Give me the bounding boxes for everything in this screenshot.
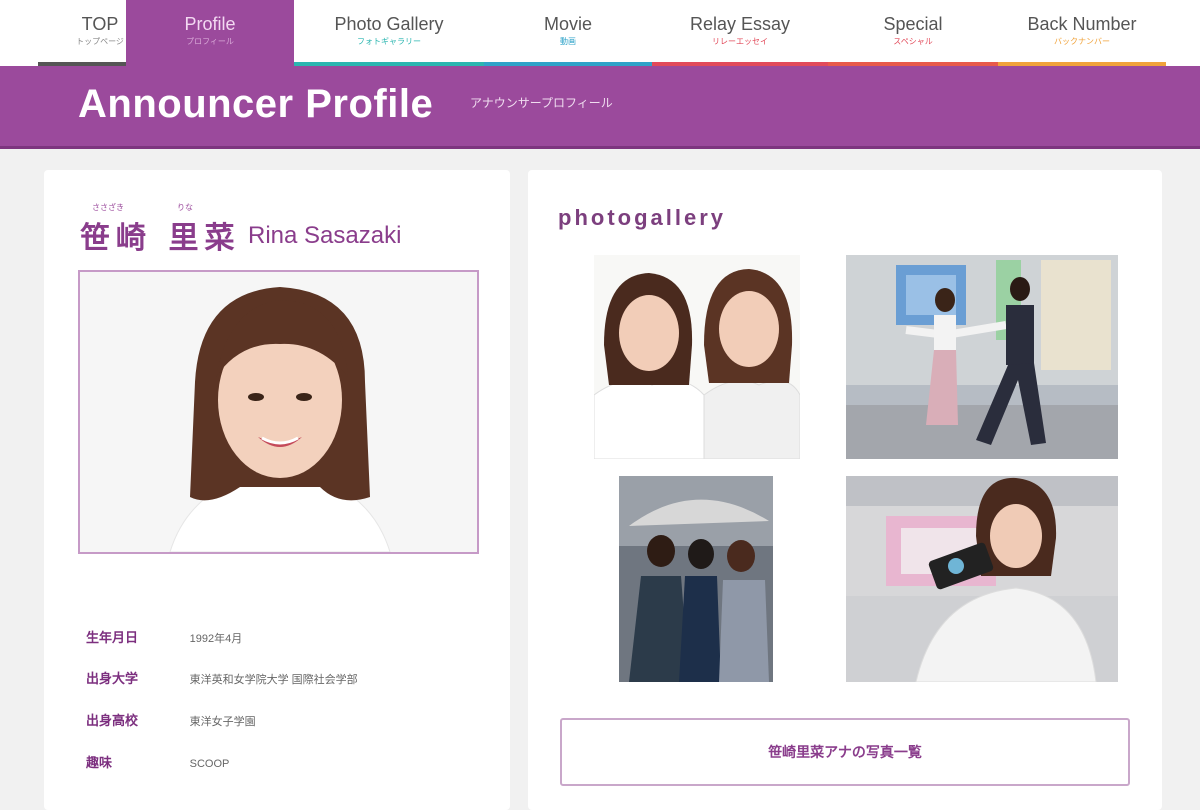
info-value: 東洋女子学園 xyxy=(189,716,256,728)
page-title: Announcer Profile xyxy=(78,82,434,126)
tab-back-number[interactable]: Back Number バックナンバー xyxy=(998,0,1166,66)
tab-profile-sub: プロフィール xyxy=(186,37,234,46)
gallery-photo-4[interactable] xyxy=(846,476,1118,682)
tab-profile[interactable]: Profile プロフィール xyxy=(126,0,294,66)
info-row-university: 出身大学 東洋英和女学院大学 国際社会学部 xyxy=(86,668,358,687)
info-value: 1992年4月 xyxy=(189,633,243,645)
info-label: 生年月日 xyxy=(86,630,139,645)
info-label: 出身大学 xyxy=(86,671,139,686)
page-subtitle: アナウンサープロフィール xyxy=(470,96,613,110)
profile-portrait xyxy=(78,270,479,554)
announcer-name-en: Rina Sasazaki xyxy=(248,222,402,249)
tab-profile-label: Profile xyxy=(184,14,236,34)
photogallery-title: photogallery xyxy=(558,205,727,230)
gallery-photo-3[interactable] xyxy=(619,476,773,682)
tab-back-number-label: Back Number xyxy=(1027,14,1137,34)
tab-relay-essay-sub: リレーエッセイ xyxy=(712,37,768,46)
tab-special-sub: スペシャル xyxy=(893,37,933,46)
info-row-birthday: 生年月日 1992年4月 xyxy=(86,627,242,646)
tab-photo-gallery-sub: フォトギャラリー xyxy=(357,37,421,46)
gallery-photo-1[interactable] xyxy=(594,255,800,459)
tab-photo-gallery-label: Photo Gallery xyxy=(334,14,444,34)
info-label: 出身高校 xyxy=(86,713,139,728)
tab-movie-label: Movie xyxy=(543,14,592,34)
tab-movie-sub: 動画 xyxy=(560,37,576,46)
tab-special[interactable]: Special スペシャル xyxy=(828,0,998,66)
info-value: SCOOP xyxy=(189,758,230,770)
info-value: 東洋英和女学院大学 国際社会学部 xyxy=(189,674,358,686)
name-ruby-given: りな xyxy=(177,203,193,212)
view-all-photos-button[interactable]: 笹崎里菜アナの写真一覧 xyxy=(560,718,1130,786)
page-header-band: Announcer Profile アナウンサープロフィール xyxy=(0,66,1200,149)
tab-relay-essay[interactable]: Relay Essay リレーエッセイ xyxy=(652,0,828,66)
gallery-photo-2[interactable] xyxy=(846,255,1118,459)
info-row-hobby: 趣味 SCOOP xyxy=(86,752,229,771)
tab-movie[interactable]: Movie 動画 xyxy=(484,0,652,66)
tab-back-number-sub: バックナンバー xyxy=(1054,37,1110,46)
name-ruby-family: ささざき xyxy=(92,203,124,212)
announcer-name-jp: 笹崎 里菜 xyxy=(80,221,241,256)
tab-special-label: Special xyxy=(883,14,943,34)
info-label: 趣味 xyxy=(86,755,113,770)
global-nav: TOP トップページ Profile プロフィール Photo Gallery … xyxy=(0,0,1200,66)
tab-relay-essay-label: Relay Essay xyxy=(689,14,791,34)
tab-photo-gallery[interactable]: Photo Gallery フォトギャラリー xyxy=(294,0,484,66)
info-row-highschool: 出身高校 東洋女子学園 xyxy=(86,710,256,729)
